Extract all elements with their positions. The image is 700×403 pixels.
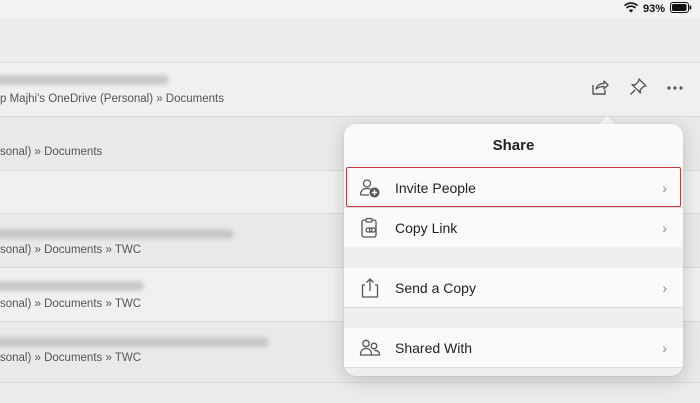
- toolbar-area: [0, 18, 700, 63]
- status-bar: 93%: [0, 0, 700, 18]
- send-copy-icon: [359, 277, 381, 299]
- send-a-copy-item[interactable]: Send a Copy ›: [344, 268, 683, 307]
- blurred-file-name: [0, 337, 269, 347]
- divider: [344, 307, 683, 308]
- blurred-file-name: [0, 229, 234, 239]
- shared-with-icon: [359, 337, 381, 359]
- wifi-icon: [624, 2, 638, 16]
- invite-person-icon: [359, 177, 381, 199]
- blurred-file-name: [0, 75, 169, 85]
- file-path: p Majhi's OneDrive (Personal) » Document…: [0, 93, 224, 105]
- copy-link-item[interactable]: Copy Link ›: [344, 208, 683, 247]
- divider: [344, 367, 683, 368]
- file-path: sonal) » Documents » TWC: [0, 244, 142, 256]
- pin-icon[interactable]: [628, 77, 648, 97]
- file-path: sonal) » Documents » TWC: [0, 298, 142, 310]
- row-actions: [590, 77, 684, 97]
- copy-link-icon: [359, 217, 381, 239]
- invite-people-label: Invite People: [395, 179, 476, 196]
- send-a-copy-label: Send a Copy: [395, 279, 476, 296]
- battery-percentage: 93%: [642, 3, 665, 15]
- share-popover: Share Invite People › Copy Link › Send a…: [344, 124, 683, 376]
- invite-people-item[interactable]: Invite People ›: [344, 168, 683, 207]
- copy-link-label: Copy Link: [395, 219, 458, 236]
- status-indicators: 93%: [624, 2, 692, 16]
- blurred-file-name: [0, 281, 144, 291]
- shared-with-item[interactable]: Shared With ›: [344, 328, 683, 367]
- share-icon[interactable]: [590, 77, 610, 97]
- chevron-right-icon: ›: [662, 219, 667, 236]
- popover-title: Share: [344, 124, 683, 168]
- chevron-right-icon: ›: [662, 339, 667, 356]
- battery-icon: [670, 2, 692, 16]
- chevron-right-icon: ›: [662, 179, 667, 196]
- more-icon[interactable]: [666, 77, 684, 97]
- chevron-right-icon: ›: [662, 279, 667, 296]
- file-path: sonal) » Documents » TWC: [0, 352, 142, 364]
- shared-with-label: Shared With: [395, 339, 473, 356]
- file-path: sonal) » Documents: [0, 146, 103, 158]
